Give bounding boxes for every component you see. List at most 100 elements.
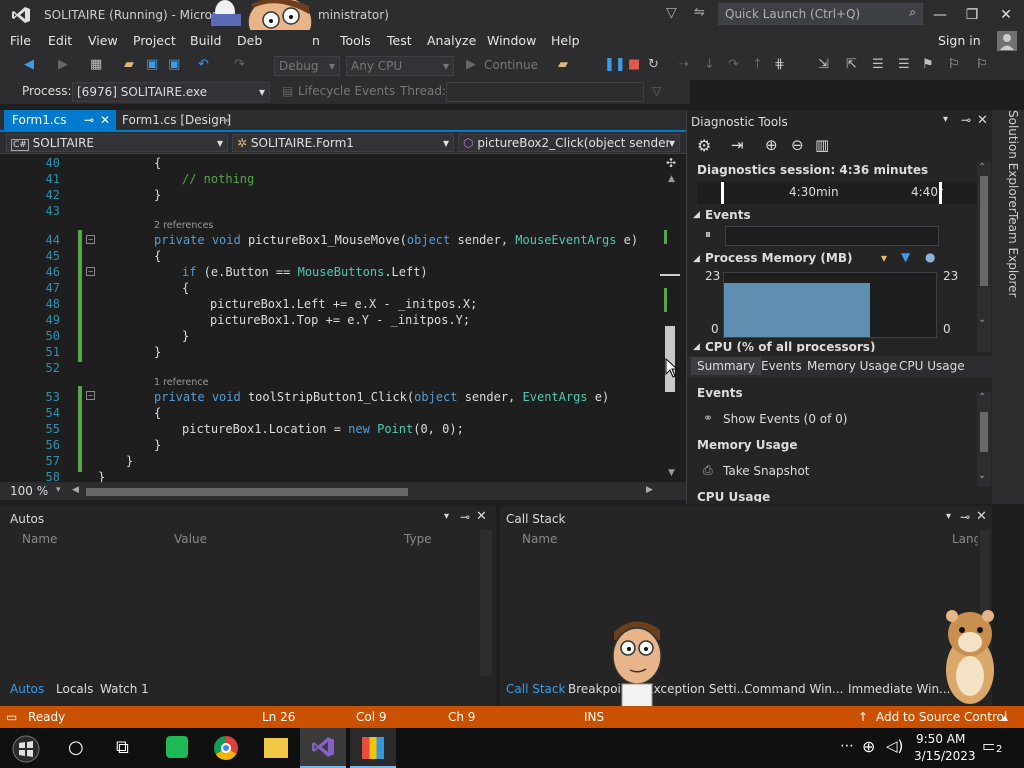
- timeline-start-handle[interactable]: [721, 182, 724, 204]
- menu-build[interactable]: Build: [190, 33, 221, 48]
- next-bookmark-icon[interactable]: ⚐: [948, 57, 960, 72]
- codelens-references[interactable]: 2 references: [154, 220, 213, 231]
- redo-icon[interactable]: ↷: [234, 57, 245, 72]
- show-next-statement-icon[interactable]: ➝: [678, 57, 689, 72]
- indent-icon[interactable]: ☰: [898, 57, 910, 72]
- zoom-out-icon[interactable]: ⊖: [791, 136, 804, 154]
- solution-explorer-tab[interactable]: Solution Explorer: [994, 110, 1020, 213]
- tab-memory-usage[interactable]: Memory Usage: [807, 359, 897, 373]
- forward-icon[interactable]: ▶: [58, 57, 68, 72]
- timeline-end-handle[interactable]: [939, 182, 942, 204]
- filter-icon[interactable]: ▽: [666, 5, 677, 21]
- column-header-value[interactable]: Value: [174, 532, 207, 546]
- network-icon[interactable]: ⊕: [862, 737, 875, 756]
- tab-autos[interactable]: Autos: [4, 680, 64, 698]
- menu-tools[interactable]: Tools: [340, 33, 371, 48]
- solitaire-taskbar-button[interactable]: [350, 728, 396, 768]
- scroll-left-icon[interactable]: ◀: [72, 485, 79, 495]
- reset-view-icon[interactable]: ▥: [815, 136, 829, 154]
- stop-icon[interactable]: ■: [628, 57, 640, 72]
- outdent-icon[interactable]: ☰: [872, 57, 884, 72]
- menu-view[interactable]: View: [88, 33, 118, 48]
- menu-test[interactable]: Test: [387, 33, 412, 48]
- menu-team[interactable]: n: [312, 33, 320, 48]
- clock-time[interactable]: 9:50 AM: [916, 732, 965, 746]
- member-dropdown[interactable]: ⬡ pictureBox2_Click(object sender, Ev ▾: [458, 134, 680, 152]
- cpu-section-title[interactable]: CPU (% of all processors): [705, 340, 875, 352]
- settings-gear-icon[interactable]: ⚙: [697, 136, 711, 155]
- collapse-icon[interactable]: ◢: [693, 254, 700, 264]
- autos-scrollbar[interactable]: [480, 530, 492, 676]
- show-events-link[interactable]: Show Events (0 of 0): [723, 412, 847, 426]
- prev-bookmark-icon[interactable]: ⚐: [976, 57, 988, 72]
- save-icon[interactable]: ▣: [146, 57, 158, 72]
- add-to-source-control-button[interactable]: Add to Source Control: [876, 710, 1007, 724]
- search-circle-icon[interactable]: ○: [68, 737, 84, 758]
- collapse-icon[interactable]: −: [86, 235, 95, 244]
- close-button[interactable]: ✕: [992, 4, 1020, 26]
- collapse-icon[interactable]: −: [86, 391, 95, 400]
- quick-launch-input[interactable]: Quick Launch (Ctrl+Q) ⌕: [718, 3, 923, 25]
- pin-icon[interactable]: ⊸: [960, 510, 970, 524]
- pin-icon[interactable]: ⊸: [84, 113, 94, 127]
- menu-help[interactable]: Help: [551, 33, 580, 48]
- zoom-level[interactable]: 100 %: [10, 484, 48, 498]
- continue-icon[interactable]: ▶: [466, 57, 476, 72]
- step-out-icon[interactable]: ↑: [752, 57, 763, 72]
- scroll-up-icon[interactable]: ⌃: [978, 162, 986, 173]
- diagnostics-scrollbar[interactable]: ⌃ ⌄: [977, 162, 991, 352]
- new-project-icon[interactable]: ▦: [90, 57, 102, 72]
- menu-edit[interactable]: Edit: [48, 33, 72, 48]
- scroll-down-icon[interactable]: ⌄: [978, 314, 986, 325]
- minimize-button[interactable]: —: [926, 4, 954, 26]
- lifecycle-events-button[interactable]: Lifecycle Events: [298, 84, 395, 98]
- events-section-title[interactable]: Events: [705, 208, 751, 222]
- task-view-icon[interactable]: ⧉: [116, 737, 129, 758]
- split-icon[interactable]: ✣: [666, 156, 676, 170]
- pin-icon[interactable]: ⊸: [220, 113, 230, 127]
- notifications-button[interactable]: ▭ 2: [982, 736, 1005, 756]
- timeline-ruler[interactable]: 4:30min 4:40r: [697, 182, 977, 204]
- scroll-up-icon[interactable]: ⌃: [978, 392, 986, 403]
- summary-scrollbar[interactable]: ⌃ ⌄: [977, 392, 991, 486]
- save-all-icon[interactable]: ▣: [168, 57, 180, 72]
- filter-icon[interactable]: ▽: [652, 84, 661, 98]
- volume-icon[interactable]: ◁): [886, 737, 903, 755]
- scroll-right-icon[interactable]: ▶: [646, 485, 653, 495]
- close-icon[interactable]: ✕: [976, 509, 987, 524]
- attach-icon[interactable]: ▰: [558, 57, 568, 72]
- collapse-icon[interactable]: ◢: [693, 342, 700, 352]
- memory-section-title[interactable]: Process Memory (MB): [705, 251, 852, 265]
- tab-form1-design[interactable]: Form1.cs [Design] ⊸: [114, 110, 234, 130]
- chevron-down-icon[interactable]: ▾: [946, 511, 951, 522]
- menu-file[interactable]: File: [10, 33, 31, 48]
- close-tab-icon[interactable]: ✕: [100, 113, 110, 127]
- scroll-up-icon[interactable]: ▲: [668, 174, 675, 184]
- take-snapshot-button[interactable]: Take Snapshot: [723, 464, 810, 478]
- menu-debug[interactable]: Deb: [237, 33, 262, 48]
- tab-call-stack[interactable]: Call Stack: [506, 682, 565, 696]
- sign-in-link[interactable]: Sign in: [938, 33, 981, 48]
- process-dropdown[interactable]: [6976] SOLITAIRE.exe ▾: [72, 82, 270, 102]
- menu-window[interactable]: Window: [487, 33, 536, 48]
- tab-cpu-usage[interactable]: CPU Usage: [899, 359, 965, 373]
- pin-icon[interactable]: ⊸: [460, 510, 470, 524]
- feedback-icon[interactable]: ⇋: [694, 5, 705, 20]
- hex-display-icon[interactable]: ⋕: [774, 57, 785, 72]
- visual-studio-taskbar-button[interactable]: [300, 728, 346, 768]
- file-explorer-icon[interactable]: [264, 738, 288, 758]
- thread-dropdown[interactable]: [446, 82, 644, 102]
- tab-form1-cs[interactable]: Form1.cs ⊸ ✕: [4, 110, 116, 130]
- pin-icon[interactable]: ⊸: [961, 113, 971, 127]
- code-editor[interactable]: − − − 40 { 41 // nothing 42 } 43 2 refer…: [0, 154, 660, 482]
- menu-project[interactable]: Project: [133, 33, 176, 48]
- codelens-references[interactable]: 1 reference: [154, 377, 208, 388]
- scroll-down-icon[interactable]: ⌄: [978, 470, 986, 481]
- tab-command-window[interactable]: Command Win...: [744, 682, 843, 696]
- back-icon[interactable]: ◀: [24, 57, 34, 72]
- chrome-icon[interactable]: [214, 736, 238, 760]
- comment-icon[interactable]: ⇲: [818, 57, 829, 72]
- team-explorer-tab[interactable]: Team Explorer: [994, 212, 1020, 298]
- restart-icon[interactable]: ↻: [648, 57, 659, 72]
- bookmark-icon[interactable]: ⚑: [922, 57, 934, 72]
